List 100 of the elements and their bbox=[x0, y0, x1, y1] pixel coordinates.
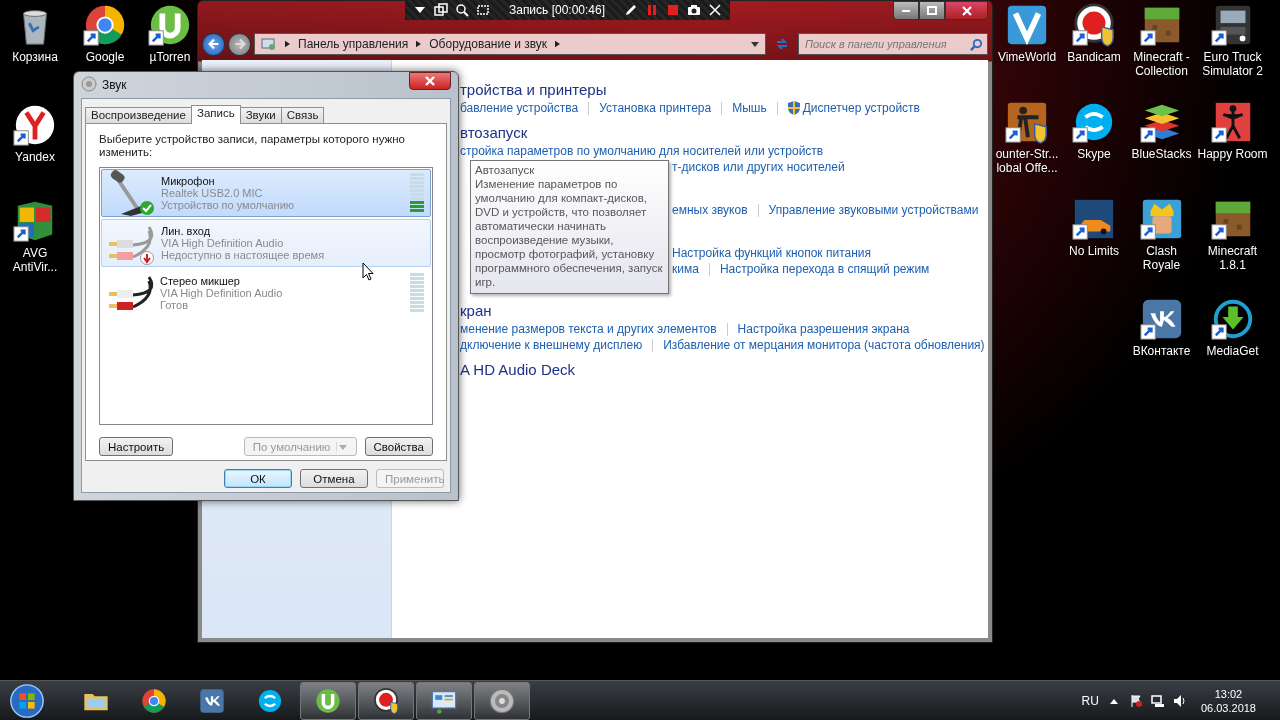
task-link[interactable]: Настройка функций кнопок питания bbox=[672, 244, 871, 262]
taskbar-button[interactable] bbox=[300, 681, 356, 720]
task-link[interactable]: бавление устройства bbox=[460, 99, 579, 117]
maximize-icon bbox=[927, 6, 937, 15]
speaker-icon bbox=[81, 76, 97, 92]
maximize-button[interactable] bbox=[919, 1, 945, 20]
desktop-icon-label[interactable]: AVG AntiVir... bbox=[0, 246, 70, 274]
tab[interactable]: Звуки bbox=[239, 107, 282, 123]
task-link[interactable]: кима bbox=[672, 260, 699, 278]
task-link[interactable]: емных звуков bbox=[672, 201, 748, 219]
arrow-left-icon bbox=[206, 37, 221, 51]
breadcrumb-item[interactable]: Панель управления bbox=[298, 35, 409, 53]
search-field[interactable]: Поиск в панели управления bbox=[798, 33, 988, 55]
breadcrumb-item[interactable]: Оборудование и звук bbox=[429, 35, 548, 53]
search-icon[interactable] bbox=[970, 37, 983, 51]
device-item[interactable]: Микрофон Realtek USB2.0 MIC Устройство по умолчанию bbox=[101, 169, 431, 217]
close-icon[interactable] bbox=[708, 3, 722, 17]
section-heading[interactable]: кран bbox=[460, 301, 988, 321]
language-indicator[interactable]: RU bbox=[1081, 691, 1099, 710]
tab[interactable]: Воспроизведение bbox=[85, 107, 192, 123]
desktop-icon-label[interactable]: µTorren bbox=[149, 50, 191, 64]
desktop-icon-label[interactable]: Happy Room bbox=[1197, 147, 1268, 161]
desktop-icon-label[interactable]: Minecraft - Collection bbox=[1126, 50, 1197, 78]
taskbar-button[interactable] bbox=[358, 681, 414, 720]
device-name: Стерео микшер bbox=[160, 275, 241, 287]
desktop-icon-label[interactable]: Корзина bbox=[12, 50, 58, 64]
device-item[interactable]: Лин. вход VIA High Definition Audio Недоступно в настоящее время bbox=[101, 219, 431, 267]
area-select-icon[interactable] bbox=[476, 3, 490, 17]
device-driver: VIA High Definition Audio bbox=[160, 287, 284, 299]
device-status: Устройство по умолчанию bbox=[161, 199, 296, 211]
desktop-icon-label[interactable]: MediaGet bbox=[1206, 344, 1259, 358]
section-heading[interactable]: A HD Audio Deck bbox=[460, 360, 988, 380]
task-link[interactable]: стройка параметров по умолчанию для носителей или устройств bbox=[460, 142, 824, 160]
tooltip-text: Изменение параметров по умолчанию для компакт-дисков, DVD и устройств, что позволяет автоматически начинать воспроизведение музыки, просмотр фотографий, установку программного обеспечения, запуск игр. bbox=[475, 177, 664, 289]
desktop-icon-label[interactable]: Yandex bbox=[15, 150, 55, 164]
clock-date[interactable]: 06.03.2018 bbox=[1200, 700, 1256, 715]
task-link[interactable]: Настройка перехода в спящий режим bbox=[719, 260, 930, 278]
windows-icon[interactable] bbox=[434, 3, 448, 17]
pause-icon[interactable] bbox=[645, 3, 659, 17]
desktop-icon-label[interactable]: Clash Royale bbox=[1126, 244, 1197, 272]
configure-button[interactable]: Настроить bbox=[99, 437, 174, 456]
close-button[interactable] bbox=[409, 72, 451, 90]
task-link[interactable]: Мышь bbox=[732, 99, 767, 117]
task-link[interactable]: Установка принтера bbox=[599, 99, 712, 117]
desktop-icon-label[interactable]: Bandicam bbox=[1067, 50, 1121, 64]
close-icon bbox=[961, 5, 972, 16]
section-heading[interactable]: тройства и принтеры bbox=[460, 80, 988, 100]
device-name: Микрофон bbox=[161, 175, 216, 187]
task-link[interactable]: Избавление от мерцания монитора (частота обновления) bbox=[663, 336, 985, 354]
device-driver: VIA High Definition Audio bbox=[161, 237, 285, 249]
address-bar[interactable]: Панель управления Оборудование и звук bbox=[254, 33, 766, 55]
stop-icon[interactable] bbox=[666, 3, 680, 17]
task-link[interactable]: Управление звуковыми устройствами bbox=[768, 201, 979, 219]
close-button[interactable] bbox=[945, 1, 988, 20]
section-heading[interactable]: втозапуск bbox=[460, 123, 988, 143]
chevron-icon bbox=[555, 40, 561, 48]
desktop-icon-label[interactable]: Skype bbox=[1077, 147, 1111, 161]
tab[interactable]: Связь bbox=[280, 107, 325, 123]
record-button-icon bbox=[372, 686, 400, 715]
flag-icon[interactable] bbox=[1128, 693, 1143, 708]
bird-tile-icon bbox=[198, 686, 226, 715]
tab[interactable]: Запись bbox=[190, 105, 241, 124]
desktop-icon-label[interactable]: ВКонтакте bbox=[1132, 344, 1191, 358]
desktop-icon-label[interactable]: BlueStacks bbox=[1131, 147, 1192, 161]
magnifier-icon[interactable] bbox=[455, 3, 469, 17]
taskbar-button[interactable] bbox=[474, 681, 530, 720]
taskbar-button[interactable] bbox=[416, 681, 472, 720]
properties-button[interactable]: Свойства bbox=[364, 437, 433, 456]
speaker-icon bbox=[488, 686, 516, 715]
caret-icon bbox=[335, 441, 348, 452]
dialog-button[interactable]: Отмена bbox=[300, 469, 368, 488]
dropdown-arrow-icon[interactable] bbox=[751, 41, 759, 47]
dialog-title: Звук bbox=[102, 77, 127, 94]
dialog-button[interactable]: ОК bbox=[224, 469, 292, 488]
task-link[interactable]: дключение к внешнему дисплею bbox=[460, 336, 643, 354]
network-icon[interactable] bbox=[1150, 693, 1165, 708]
desktop-icon-label[interactable]: No Limits bbox=[1069, 244, 1119, 258]
device-name: Лин. вход bbox=[161, 225, 212, 237]
back-button[interactable] bbox=[202, 32, 225, 56]
desktop-icon-label[interactable]: Minecraft 1.8.1 bbox=[1197, 244, 1268, 272]
clock-time[interactable]: 13:02 bbox=[1214, 686, 1243, 701]
camera-icon[interactable] bbox=[687, 3, 701, 17]
torrent-logo-icon bbox=[314, 686, 342, 715]
volume-icon[interactable] bbox=[1172, 693, 1187, 708]
task-link[interactable]: т-дисков или других носителей bbox=[672, 158, 845, 176]
task-link[interactable]: Диспетчер устройств bbox=[787, 99, 920, 117]
pencil-icon[interactable] bbox=[624, 3, 638, 17]
chevron-icon bbox=[416, 40, 422, 48]
desktop-icon-label[interactable]: ounter-Str... lobal Offe... bbox=[992, 147, 1062, 175]
task-link[interactable]: Настройка разрешения экрана bbox=[737, 320, 910, 338]
forward-button[interactable] bbox=[228, 32, 251, 56]
record-button-icon[interactable] bbox=[1071, 2, 1117, 48]
minimize-icon bbox=[902, 9, 910, 12]
desktop-icon-label[interactable]: Google bbox=[85, 50, 125, 64]
device-item[interactable]: Стерео микшер VIA High Definition Audio Готов bbox=[101, 269, 431, 317]
tooltip-title: Автозапуск bbox=[475, 163, 536, 177]
task-link[interactable]: менение размеров текста и других элементов bbox=[460, 320, 717, 338]
desktop-icon-label[interactable]: Euro Truck Simulator 2 bbox=[1197, 50, 1268, 78]
minimize-button[interactable] bbox=[893, 1, 919, 20]
desktop-icon-label[interactable]: VimeWorld bbox=[997, 50, 1057, 64]
